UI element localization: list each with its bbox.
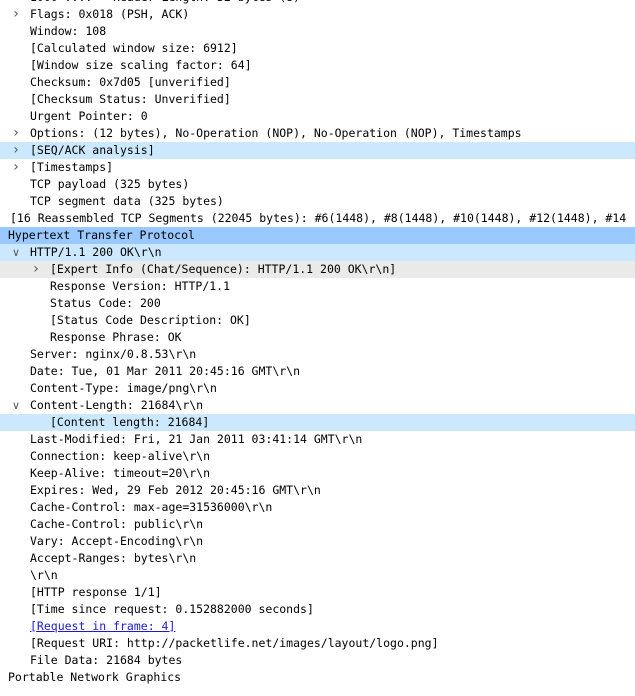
tree-row[interactable]: Connection: keep-alive\r\n bbox=[0, 448, 635, 465]
tree-row-label: Vary: Accept-Encoding\r\n bbox=[30, 534, 204, 548]
tree-row-label: [16 Reassembled TCP Segments (22045 byte… bbox=[10, 211, 627, 225]
tree-row[interactable]: TCP segment data (325 bytes) bbox=[0, 193, 635, 210]
chevron-right-icon[interactable]: › bbox=[30, 261, 42, 278]
tree-row[interactable]: Status Code: 200 bbox=[0, 295, 635, 312]
tree-row-label: [Calculated window size: 6912] bbox=[30, 41, 238, 55]
tree-row[interactable]: ∨ Content-Length: 21684\r\n bbox=[0, 397, 635, 414]
tree-row[interactable]: [HTTP response 1/1] bbox=[0, 584, 635, 601]
tree-row[interactable]: › Options: (12 bytes), No-Operation (NOP)… bbox=[0, 125, 635, 142]
tree-row-label: Expires: Wed, 29 Feb 2012 20:45:16 GMT\r… bbox=[30, 483, 321, 497]
tree-row-label: Response Version: HTTP/1.1 bbox=[50, 279, 231, 293]
tree-row-label: Connection: keep-alive\r\n bbox=[30, 449, 211, 463]
tree-row-label: \r\n bbox=[30, 568, 58, 582]
tree-row[interactable]: Vary: Accept-Encoding\r\n bbox=[0, 533, 635, 550]
request-frame-link[interactable]: [Request in frame: 4] bbox=[30, 618, 175, 635]
chevron-down-icon[interactable]: ∨ bbox=[10, 397, 22, 414]
tree-row-label: File Data: 21684 bytes bbox=[30, 653, 183, 667]
tree-row-label: [HTTP response 1/1] bbox=[30, 585, 162, 599]
tree-row-label: Date: Tue, 01 Mar 2011 20:45:16 GMT\r\n bbox=[30, 364, 301, 378]
tree-row[interactable]: Urgent Pointer: 0 bbox=[0, 108, 635, 125]
tree-row[interactable]: › [SEQ/ACK analysis] bbox=[0, 142, 635, 159]
chevron-right-icon[interactable]: › bbox=[10, 142, 22, 159]
tree-row-label: Urgent Pointer: 0 bbox=[30, 109, 148, 123]
tree-row-label: [Content length: 21684] bbox=[50, 415, 210, 429]
tree-row-label: Hypertext Transfer Protocol bbox=[8, 228, 195, 242]
protocol-row[interactable]: Portable Network Graphics bbox=[0, 669, 635, 686]
tree-row-label: [Status Code Description: OK] bbox=[50, 313, 251, 327]
tree-row-label: [Time since request: 0.152882000 seconds… bbox=[30, 602, 314, 616]
tree-row[interactable]: Server: nginx/0.8.53\r\n bbox=[0, 346, 635, 363]
tree-row-label: Last-Modified: Fri, 21 Jan 2011 03:41:14… bbox=[30, 432, 363, 446]
tree-row[interactable]: Content-Type: image/png\r\n bbox=[0, 380, 635, 397]
tree-row[interactable]: Last-Modified: Fri, 21 Jan 2011 03:41:14… bbox=[0, 431, 635, 448]
tree-row-label: Status Code: 200 bbox=[50, 296, 161, 310]
tree-row-label: Content-Length: 21684\r\n bbox=[30, 398, 204, 412]
tree-row-label: [Expert Info (Chat/Sequence): HTTP/1.1 2… bbox=[50, 262, 397, 276]
tree-row[interactable]: [Request in frame: 4] bbox=[0, 618, 635, 635]
tree-row-label: Options: (12 bytes), No-Operation (NOP),… bbox=[30, 126, 522, 140]
tree-row[interactable]: Expires: Wed, 29 Feb 2012 20:45:16 GMT\r… bbox=[0, 482, 635, 499]
tree-row-label: [Timestamps] bbox=[30, 160, 114, 174]
tree-row-label: Cache-Control: public\r\n bbox=[30, 517, 204, 531]
tree-row[interactable]: Response Version: HTTP/1.1 bbox=[0, 278, 635, 295]
packet-details-tree: 1000 .... = Header Length: 32 bytes (8)›… bbox=[0, 0, 635, 686]
tree-row[interactable]: Keep-Alive: timeout=20\r\n bbox=[0, 465, 635, 482]
tree-row[interactable]: ∨ HTTP/1.1 200 OK\r\n bbox=[0, 244, 635, 261]
tree-row[interactable]: Date: Tue, 01 Mar 2011 20:45:16 GMT\r\n bbox=[0, 363, 635, 380]
tree-row[interactable]: TCP payload (325 bytes) bbox=[0, 176, 635, 193]
tree-row[interactable]: Response Phrase: OK bbox=[0, 329, 635, 346]
tree-row-label: TCP payload (325 bytes) bbox=[30, 177, 190, 191]
tree-row[interactable]: Cache-Control: public\r\n bbox=[0, 516, 635, 533]
tree-row[interactable]: Checksum: 0x7d05 [unverified] bbox=[0, 74, 635, 91]
tree-row[interactable]: [Time since request: 0.152882000 seconds… bbox=[0, 601, 635, 618]
tree-row-label: Portable Network Graphics bbox=[8, 670, 182, 684]
tree-row[interactable]: Cache-Control: max-age=31536000\r\n bbox=[0, 499, 635, 516]
tree-row[interactable]: [Status Code Description: OK] bbox=[0, 312, 635, 329]
chevron-right-icon[interactable]: › bbox=[10, 159, 22, 176]
tree-row-label: Cache-Control: max-age=31536000\r\n bbox=[30, 500, 273, 514]
tree-row[interactable]: › [Expert Info (Chat/Sequence): HTTP/1.1 … bbox=[0, 261, 635, 278]
tree-row[interactable]: › Flags: 0x018 (PSH, ACK) bbox=[0, 6, 635, 23]
tree-row[interactable]: Window: 108 bbox=[0, 23, 635, 40]
tree-row-label: Window: 108 bbox=[30, 24, 107, 38]
tree-row[interactable]: [Calculated window size: 6912] bbox=[0, 40, 635, 57]
tree-row-label: [SEQ/ACK analysis] bbox=[30, 143, 155, 157]
tree-row-label: Flags: 0x018 (PSH, ACK) bbox=[30, 7, 190, 21]
tree-row[interactable]: Accept-Ranges: bytes\r\n bbox=[0, 550, 635, 567]
tree-row-label: [Checksum Status: Unverified] bbox=[30, 92, 231, 106]
tree-row-label: Checksum: 0x7d05 [unverified] bbox=[30, 75, 231, 89]
tree-row-label: Content-Type: image/png\r\n bbox=[30, 381, 217, 395]
tree-row[interactable]: [Checksum Status: Unverified] bbox=[0, 91, 635, 108]
chevron-right-icon[interactable]: › bbox=[10, 125, 22, 142]
tree-row[interactable]: › [Timestamps] bbox=[0, 159, 635, 176]
tree-row[interactable]: \r\n bbox=[0, 567, 635, 584]
tree-row-label: Keep-Alive: timeout=20\r\n bbox=[30, 466, 211, 480]
tree-row[interactable]: [Request URI: http://packetlife.net/imag… bbox=[0, 635, 635, 652]
chevron-down-icon[interactable]: ∨ bbox=[10, 244, 22, 261]
tree-row-label: [Window size scaling factor: 64] bbox=[30, 58, 252, 72]
tree-row[interactable]: File Data: 21684 bytes bbox=[0, 652, 635, 669]
protocol-row[interactable]: Hypertext Transfer Protocol bbox=[0, 227, 635, 244]
tree-row[interactable]: [Window size scaling factor: 64] bbox=[0, 57, 635, 74]
tree-row[interactable]: [16 Reassembled TCP Segments (22045 byte… bbox=[0, 210, 635, 227]
chevron-right-icon[interactable]: › bbox=[10, 6, 22, 23]
tree-row-label: [Request URI: http://packetlife.net/imag… bbox=[30, 636, 439, 650]
tree-row-label: Response Phrase: OK bbox=[50, 330, 182, 344]
tree-row-label: HTTP/1.1 200 OK\r\n bbox=[30, 245, 162, 259]
tree-row-label: Accept-Ranges: bytes\r\n bbox=[30, 551, 197, 565]
tree-row[interactable]: [Content length: 21684] bbox=[0, 414, 635, 431]
tree-row-label: Server: nginx/0.8.53\r\n bbox=[30, 347, 197, 361]
tree-row-label: TCP segment data (325 bytes) bbox=[30, 194, 224, 208]
